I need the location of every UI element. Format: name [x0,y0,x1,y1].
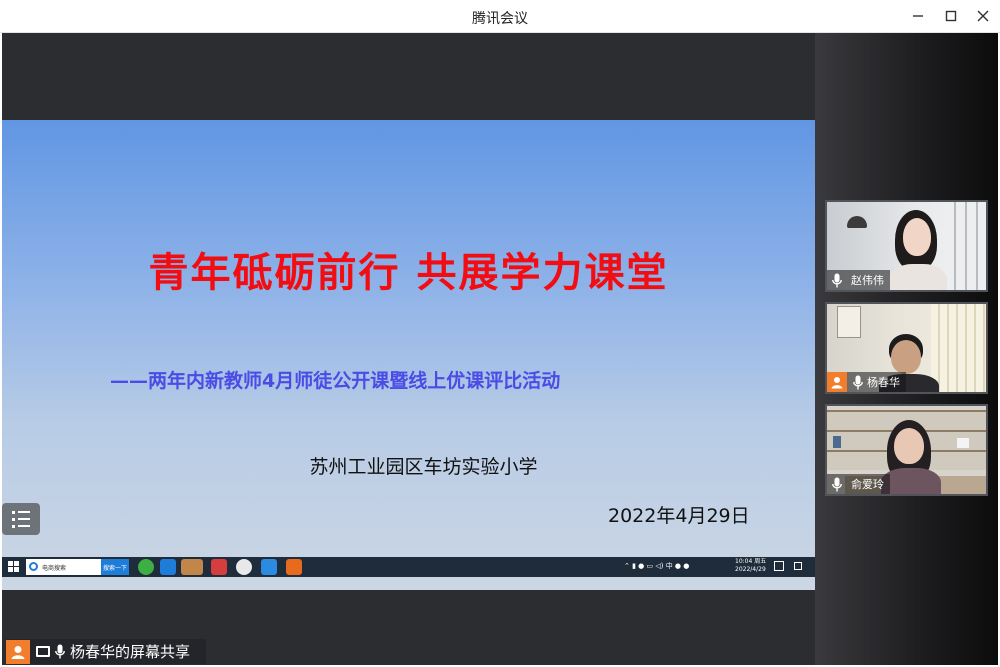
clock-date: 2022/4/29 [735,566,766,573]
microphone-icon [853,375,863,389]
clock-time: 10:04 周五 [735,558,767,565]
participant-tile[interactable]: 杨春华 [825,302,988,394]
participant-nameplate: 俞爱玲 [827,474,890,494]
close-button[interactable] [972,6,994,26]
shared-screen-area[interactable]: 青年砥砺前行 共展学力课堂 ——两年内新教师4月师徒公开课暨线上优课评比活动 苏… [2,33,815,665]
taskbar-search-button: 搜索一下 [101,559,129,575]
tray-ime: 中 [665,562,673,570]
windows-start-icon [8,561,19,572]
screen-share-icon [36,646,50,657]
person-avatar-icon [827,372,847,392]
slide-date: 2022年4月29日 [608,505,750,527]
screen-share-label: 杨春华的屏幕共享 [70,643,191,661]
taskbar-search-box: 电商搜索 [26,559,101,575]
list-menu-icon [12,510,40,514]
close-icon [977,10,989,22]
title-bar: 腾讯会议 [0,0,1000,33]
show-desktop-icon [794,562,802,570]
browser-icon [29,562,38,571]
taskbar-search-placeholder: 电商搜索 [42,565,67,572]
participant-name: 赵伟伟 [851,274,884,287]
slide-subtitle: ——两年内新教师4月师徒公开课暨线上优课评比活动 [110,370,561,392]
participant-panel: 赵伟伟 杨春华 俞爱玲 [815,33,998,665]
app-icon-active [181,559,203,575]
minimize-button[interactable] [907,6,929,26]
slide-school-name: 苏州工业园区车坊实验小学 [309,456,538,478]
maximize-icon [945,10,957,22]
microphone-icon [827,474,847,494]
slide-menu-button[interactable] [2,503,40,535]
screen-share-badge: 杨春华的屏幕共享 [6,639,206,664]
participant-nameplate: 杨春华 [827,372,906,392]
participant-tile[interactable]: 俞爱玲 [825,404,988,496]
microphone-icon [55,644,65,659]
app-icon-green [138,559,154,575]
presentation-slide: 青年砥砺前行 共展学力课堂 ——两年内新教师4月师徒公开课暨线上优课评比活动 苏… [2,120,815,590]
app-icon-photos [261,559,277,575]
maximize-button[interactable] [940,6,962,26]
participant-name: 俞爱玲 [851,478,884,491]
shared-taskbar: 电商搜索 搜索一下 ⌃ ▮ ● ▭ ◁) 中 ● ● 10:04 周五 2022… [2,557,815,577]
person-avatar-icon [6,639,30,664]
notification-icon [774,561,784,571]
minimize-icon [913,15,923,17]
slide-headline: 青年砥砺前行 共展学力课堂 [148,250,669,296]
app-icon-white [236,559,252,575]
participant-nameplate: 赵伟伟 [827,270,890,290]
microphone-icon [827,270,847,290]
taskbar-clock: 10:04 周五 2022/4/29 [735,558,766,574]
app-icon-orange [286,559,302,575]
app-icon-blue [160,559,176,575]
participant-name: 杨春华 [867,376,900,389]
system-tray: ⌃ ▮ ● ▭ ◁) 中 ● ● [624,562,690,570]
window-title: 腾讯会议 [472,11,528,27]
participant-tile[interactable]: 赵伟伟 [825,200,988,292]
app-icon-red [211,559,227,575]
